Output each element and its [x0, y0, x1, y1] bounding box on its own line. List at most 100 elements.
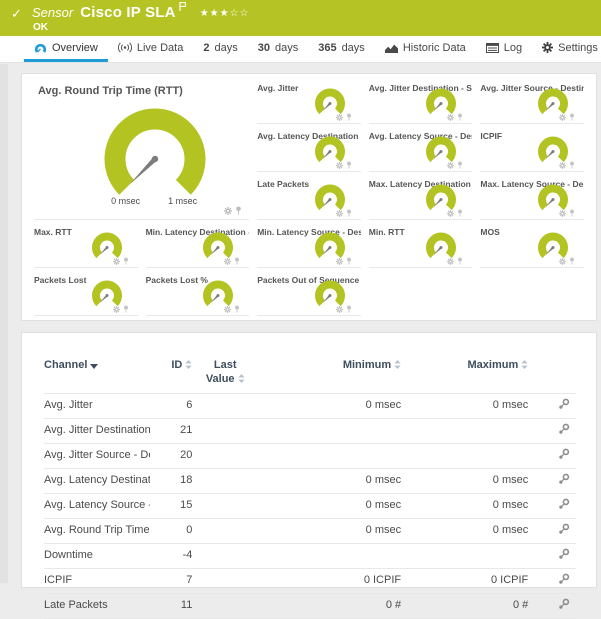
column-header-last-value[interactable]: Last Value: [192, 357, 258, 393]
gauge-cell[interactable]: Max. RTT: [34, 222, 138, 268]
gauge-cell[interactable]: Packets Out of Sequence: [257, 270, 361, 316]
gear-icon[interactable]: [558, 210, 566, 217]
gear-icon[interactable]: [447, 114, 455, 121]
gear-icon[interactable]: [224, 258, 232, 265]
tab-365-days[interactable]: 365 days: [308, 36, 375, 62]
tab-live-data[interactable]: Live Data: [108, 36, 193, 62]
gear-icon[interactable]: [447, 258, 455, 265]
pin-icon[interactable]: [234, 305, 240, 313]
priority-flag-icon[interactable]: [179, 0, 186, 16]
channel-name[interactable]: Avg. Latency Destinatio...: [44, 468, 150, 493]
pin-icon[interactable]: [346, 113, 352, 121]
channel-name[interactable]: ICPIF: [44, 568, 150, 593]
channel-name[interactable]: Downtime: [44, 543, 150, 568]
column-header-maximum[interactable]: Maximum: [401, 357, 528, 393]
tab-settings[interactable]: Settings: [532, 36, 601, 62]
channel-settings-icon[interactable]: [558, 548, 570, 563]
channels-table-panel: Channel ID Last Value Minimum Maximum Av…: [21, 332, 597, 618]
channel-row[interactable]: Avg. Jitter Source - Des... 20: [44, 443, 576, 468]
gauge-cell[interactable]: Late Packets: [257, 174, 361, 220]
gear-icon[interactable]: [447, 162, 455, 169]
gear-icon[interactable]: [335, 114, 343, 121]
gear-icon[interactable]: [558, 162, 566, 169]
gauge-cell[interactable]: Max. Latency Source - Destin...: [480, 174, 584, 220]
pin-icon[interactable]: [569, 209, 575, 217]
gauge-cell[interactable]: Packets Lost: [34, 270, 138, 316]
priority-stars[interactable]: ★★★☆☆: [200, 8, 250, 19]
tab-2-days[interactable]: 2 days: [193, 36, 247, 62]
channel-row[interactable]: Late Packets 11 0 # 0 #: [44, 593, 576, 618]
channel-row[interactable]: Avg. Jitter Destination -... 21: [44, 418, 576, 443]
channel-name[interactable]: Avg. Jitter: [44, 393, 150, 418]
tab-overview[interactable]: Overview: [24, 36, 108, 62]
gauge-cell[interactable]: Avg. Jitter Destination - Source: [368, 78, 473, 124]
channel-settings-icon[interactable]: [558, 523, 570, 538]
channel-minimum: [258, 543, 401, 568]
channel-name[interactable]: Avg. Jitter Source - Des...: [44, 443, 150, 468]
tab-bar: Overview Live Data 2 days 30 days 365 da…: [0, 36, 601, 63]
pin-icon[interactable]: [457, 209, 463, 217]
gear-icon[interactable]: [335, 258, 343, 265]
gauge-cell[interactable]: Min. RTT: [368, 222, 473, 268]
tab-log[interactable]: Log: [476, 36, 532, 62]
channel-row[interactable]: Avg. Latency Destinatio... 18 0 msec 0 m…: [44, 468, 576, 493]
pin-icon[interactable]: [123, 305, 129, 313]
pin-icon[interactable]: [346, 257, 352, 265]
channel-settings-icon[interactable]: [558, 498, 570, 513]
column-header-minimum[interactable]: Minimum: [258, 357, 401, 393]
gear-icon[interactable]: [335, 162, 343, 169]
channel-row[interactable]: Avg. Jitter 6 0 msec 0 msec: [44, 393, 576, 418]
column-header-id[interactable]: ID: [150, 357, 192, 393]
pin-icon[interactable]: [569, 257, 575, 265]
channel-settings-icon[interactable]: [558, 573, 570, 588]
gear-icon[interactable]: [112, 306, 120, 313]
gauge-cell[interactable]: Avg. Latency Destination - So...: [257, 126, 361, 172]
pin-icon[interactable]: [346, 161, 352, 169]
tab-historic-data[interactable]: Historic Data: [375, 36, 476, 62]
channel-settings-icon[interactable]: [558, 398, 570, 413]
channel-row[interactable]: Avg. Latency Source - D... 15 0 msec 0 m…: [44, 493, 576, 518]
gauge-cell[interactable]: MOS: [480, 222, 584, 268]
pin-icon[interactable]: [569, 161, 575, 169]
pin-icon[interactable]: [346, 209, 352, 217]
pin-icon[interactable]: [457, 113, 463, 121]
gauge-cell[interactable]: ICPIF: [480, 126, 584, 172]
gear-icon[interactable]: [335, 210, 343, 217]
pin-icon[interactable]: [235, 206, 242, 215]
channel-maximum: 0 msec: [492, 499, 529, 511]
channel-settings-icon[interactable]: [558, 598, 570, 613]
channel-row[interactable]: ICPIF 7 0 ICPIF 0 ICPIF: [44, 568, 576, 593]
channel-row[interactable]: Downtime -4: [44, 543, 576, 568]
gauge-cell[interactable]: Min. Latency Source - Destina...: [257, 222, 361, 268]
pin-icon[interactable]: [457, 161, 463, 169]
gauge-cell-primary[interactable]: Avg. Round Trip Time (RTT) 0 msec 1 msec: [34, 78, 250, 220]
gear-icon[interactable]: [558, 114, 566, 121]
channel-name[interactable]: Late Packets: [44, 593, 150, 618]
gauge-cell[interactable]: Max. Latency Destination - So...: [368, 174, 473, 220]
gauge-cell[interactable]: Avg. Latency Source - Destin...: [368, 126, 473, 172]
pin-icon[interactable]: [234, 257, 240, 265]
tab-30-days[interactable]: 30 days: [248, 36, 309, 62]
gear-icon[interactable]: [224, 306, 232, 313]
column-header-channel[interactable]: Channel: [44, 357, 150, 393]
gauge-cell[interactable]: Avg. Jitter: [257, 78, 361, 124]
channel-name[interactable]: Avg. Latency Source - D...: [44, 493, 150, 518]
gear-icon[interactable]: [335, 306, 343, 313]
channel-row[interactable]: Avg. Round Trip Time (... 0 0 msec 0 mse…: [44, 518, 576, 543]
pin-icon[interactable]: [123, 257, 129, 265]
channel-settings-icon[interactable]: [558, 448, 570, 463]
gauge-cell[interactable]: Min. Latency Destination - So...: [145, 222, 250, 268]
channel-name[interactable]: Avg. Jitter Destination -...: [44, 418, 150, 443]
channel-settings-icon[interactable]: [558, 423, 570, 438]
gauge-cell[interactable]: Packets Lost %: [145, 270, 250, 316]
gear-icon[interactable]: [447, 210, 455, 217]
gear-icon[interactable]: [224, 207, 233, 215]
pin-icon[interactable]: [457, 257, 463, 265]
channel-name[interactable]: Avg. Round Trip Time (...: [44, 518, 150, 543]
pin-icon[interactable]: [569, 113, 575, 121]
gauge-cell[interactable]: Avg. Jitter Source - Destination: [480, 78, 584, 124]
gear-icon[interactable]: [558, 258, 566, 265]
pin-icon[interactable]: [346, 305, 352, 313]
channel-settings-icon[interactable]: [558, 473, 570, 488]
gear-icon[interactable]: [112, 258, 120, 265]
